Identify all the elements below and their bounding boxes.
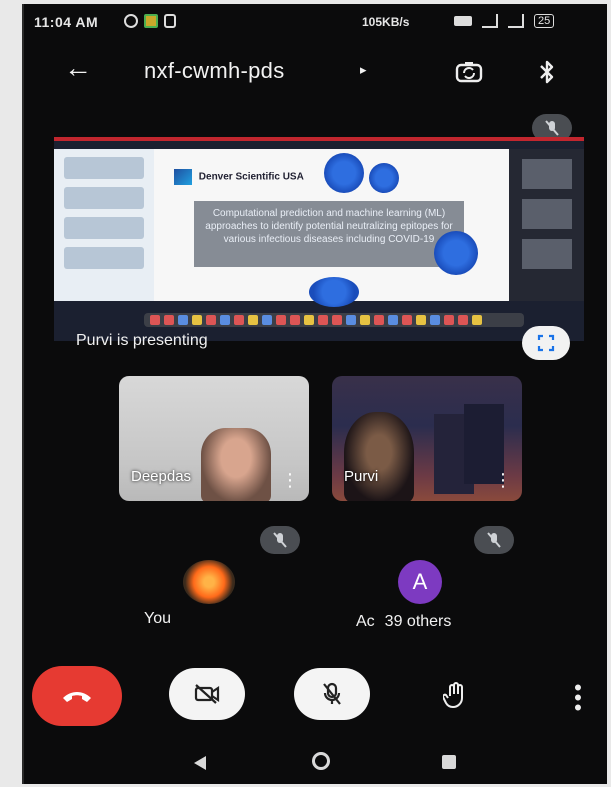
switch-camera-icon[interactable] (451, 54, 487, 90)
signal-icon-2 (508, 14, 524, 28)
status-bar: 11:04 AM 105KB/s 25 (24, 4, 607, 44)
participant-name: Deepdas (131, 468, 192, 485)
hand-icon (443, 682, 463, 709)
participant-tile[interactable]: Purvi ⋮ (332, 376, 522, 501)
virus-graphic-icon (434, 231, 478, 275)
network-speed: 105KB/s (362, 15, 410, 29)
vo-lte-icon (454, 16, 472, 26)
participant-video (201, 428, 271, 501)
video-off-icon (194, 684, 220, 704)
company-logo-icon (174, 169, 192, 185)
others-count: 39 others (384, 613, 452, 630)
participant-video (344, 412, 414, 501)
more-options-icon[interactable]: • • • (566, 677, 590, 719)
fullscreen-icon[interactable] (522, 326, 570, 360)
status-left-icons (124, 14, 176, 28)
phone-hangup-icon (63, 692, 91, 702)
presentation-screen[interactable]: Denver Scientific USA Computational pred… (54, 137, 584, 341)
self-mic-off-icon (260, 526, 300, 554)
shared-slide: Denver Scientific USA Computational pred… (154, 149, 509, 307)
camera-toggle-button[interactable] (169, 668, 245, 720)
meeting-screen: 11:04 AM 105KB/s 25 ← nxf-cwmh-pds ▸ Den… (22, 4, 607, 784)
mic-off-icon (323, 682, 341, 705)
signal-icon (482, 14, 498, 28)
nav-home-icon[interactable] (312, 752, 330, 770)
mic-toggle-button[interactable] (294, 668, 370, 720)
back-arrow-icon[interactable]: ← (64, 54, 92, 82)
meeting-header: ← nxf-cwmh-pds ▸ (24, 50, 607, 94)
participant-name: Purvi (344, 468, 379, 485)
slide-logo: Denver Scientific USA (174, 169, 304, 185)
virus-graphic-icon (309, 277, 359, 307)
raise-hand-button[interactable] (434, 674, 478, 718)
slide-org-name: Denver Scientific USA (198, 171, 304, 183)
nav-back-icon[interactable] (194, 756, 206, 770)
others-label[interactable]: Ac 39 others (356, 613, 451, 631)
desktop-dock (144, 313, 524, 327)
status-right-icons: 25 (454, 14, 555, 28)
gallery-icon (144, 14, 158, 28)
participant-tile[interactable]: Deepdas ⋮ (119, 376, 309, 501)
whatsapp-icon (124, 14, 138, 28)
virus-graphic-icon (369, 163, 399, 193)
slide-text: Computational prediction and machine lea… (194, 201, 464, 267)
notification-icon (164, 14, 176, 28)
meeting-code-title[interactable]: nxf-cwmh-pds (144, 58, 285, 84)
self-avatar[interactable] (183, 560, 235, 604)
avatar-initial: A (412, 569, 428, 594)
chevron-right-icon[interactable]: ▸ (360, 62, 367, 78)
slide-thumbnails (54, 149, 154, 301)
bluetooth-icon[interactable] (529, 54, 565, 90)
end-call-button[interactable] (32, 666, 122, 726)
virus-graphic-icon (324, 153, 364, 193)
presenting-label: Purvi is presenting (76, 332, 208, 349)
others-prefix: Ac (356, 613, 375, 630)
more-vert-icon[interactable]: ⋮ (494, 471, 512, 489)
presenter-sidebar (509, 149, 584, 301)
self-label: You (144, 610, 171, 627)
others-mic-off-icon (474, 526, 514, 554)
status-time: 11:04 AM (34, 14, 99, 30)
nav-recents-icon[interactable] (442, 755, 456, 769)
battery-icon: 25 (534, 14, 555, 28)
others-avatar[interactable]: A (398, 560, 442, 604)
more-vert-icon[interactable]: ⋮ (281, 471, 299, 489)
